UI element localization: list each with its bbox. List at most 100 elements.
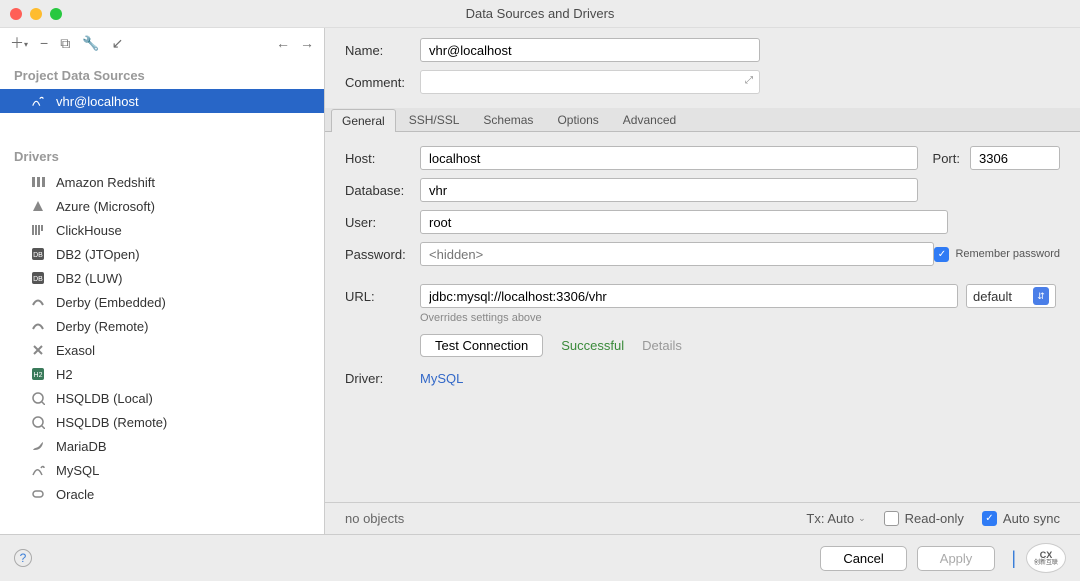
- driver-label: Derby (Embedded): [56, 295, 166, 310]
- comment-label: Comment:: [345, 75, 420, 90]
- comment-input[interactable]: ⤢: [420, 70, 760, 94]
- port-input[interactable]: [970, 146, 1060, 170]
- driver-label: MariaDB: [56, 439, 107, 454]
- driver-item[interactable]: HSQLDB (Local): [0, 386, 324, 410]
- data-source-item[interactable]: vhr@localhost: [0, 89, 324, 113]
- driver-icon: [30, 463, 46, 477]
- readonly-label: Read-only: [905, 511, 964, 526]
- driver-label: Amazon Redshift: [56, 175, 155, 190]
- driver-item[interactable]: Derby (Embedded): [0, 290, 324, 314]
- forward-icon[interactable]: →: [300, 35, 314, 51]
- driver-icon: [30, 343, 46, 357]
- host-input[interactable]: [420, 146, 918, 170]
- driver-item[interactable]: Azure (Microsoft): [0, 194, 324, 218]
- divider-icon: |: [1011, 548, 1016, 569]
- back-icon[interactable]: ←: [276, 35, 290, 51]
- driver-label: HSQLDB (Remote): [56, 415, 167, 430]
- driver-link[interactable]: MySQL: [420, 371, 463, 386]
- driver-item[interactable]: Amazon Redshift: [0, 170, 324, 194]
- user-input[interactable]: [420, 210, 948, 234]
- maximize-icon[interactable]: [50, 8, 62, 20]
- driver-label: Exasol: [56, 343, 95, 358]
- driver-label: DB2 (JTOpen): [56, 247, 140, 262]
- revert-icon[interactable]: ↙: [112, 35, 124, 52]
- url-label: URL:: [345, 289, 420, 304]
- sidebar-toolbar: ＋▾ − ⧉ 🔧 ↙ ← →: [0, 28, 324, 58]
- url-input[interactable]: [420, 284, 958, 308]
- expand-icon[interactable]: ⤢: [745, 75, 753, 86]
- close-icon[interactable]: [10, 8, 22, 20]
- name-input[interactable]: [420, 38, 760, 62]
- cancel-button[interactable]: Cancel: [820, 546, 906, 571]
- tab-advanced[interactable]: Advanced: [612, 108, 687, 131]
- driver-icon: [30, 487, 46, 501]
- tabs: General SSH/SSL Schemas Options Advanced: [325, 108, 1080, 132]
- minimize-icon[interactable]: [30, 8, 42, 20]
- name-label: Name:: [345, 43, 420, 58]
- driver-icon: [30, 175, 46, 189]
- user-label: User:: [345, 215, 420, 230]
- drivers-list: Amazon Redshift Azure (Microsoft) ClickHou…: [0, 170, 324, 506]
- readonly-checkbox[interactable]: [884, 511, 899, 526]
- remember-password-label: Remember password: [955, 248, 1060, 260]
- driver-item[interactable]: H2H2: [0, 362, 324, 386]
- driver-label: Oracle: [56, 487, 94, 502]
- driver-item[interactable]: ClickHouse: [0, 218, 324, 242]
- database-label: Database:: [345, 183, 420, 198]
- brand-logo: CX 创新互联: [1026, 543, 1066, 573]
- driver-item[interactable]: DB DB2 (JTOpen): [0, 242, 324, 266]
- autosync-label: Auto sync: [1003, 511, 1060, 526]
- tab-general[interactable]: General: [331, 109, 396, 132]
- window-controls: [10, 8, 62, 20]
- chevron-updown-icon: ⇵: [1033, 287, 1049, 305]
- driver-icon: [30, 199, 46, 213]
- driver-item[interactable]: Oracle: [0, 482, 324, 506]
- driver-item[interactable]: HSQLDB (Remote): [0, 410, 324, 434]
- driver-item[interactable]: DB DB2 (LUW): [0, 266, 324, 290]
- driver-item[interactable]: Derby (Remote): [0, 314, 324, 338]
- mysql-icon: [30, 94, 46, 108]
- test-details-link[interactable]: Details: [642, 338, 682, 353]
- tab-ssh-ssl[interactable]: SSH/SSL: [398, 108, 471, 131]
- tab-options[interactable]: Options: [546, 108, 609, 131]
- remember-password-checkbox[interactable]: ✓: [934, 247, 949, 262]
- driver-label: Derby (Remote): [56, 319, 148, 334]
- test-connection-button[interactable]: Test Connection: [420, 334, 543, 357]
- drivers-header: Drivers: [0, 139, 324, 170]
- url-mode-value: default: [973, 289, 1012, 304]
- driver-item[interactable]: MySQL: [0, 458, 324, 482]
- driver-label: DB2 (LUW): [56, 271, 122, 286]
- chevron-down-icon: ⌄: [858, 513, 866, 524]
- driver-icon: [30, 415, 46, 429]
- copy-icon[interactable]: ⧉: [60, 35, 70, 52]
- driver-item[interactable]: MariaDB: [0, 434, 324, 458]
- database-input[interactable]: [420, 178, 918, 202]
- tab-schemas[interactable]: Schemas: [472, 108, 544, 131]
- sources-header: Project Data Sources: [0, 58, 324, 89]
- remove-icon[interactable]: −: [40, 35, 48, 51]
- help-icon[interactable]: ?: [14, 549, 32, 567]
- settings-icon[interactable]: 🔧: [82, 35, 99, 52]
- driver-label: ClickHouse: [56, 223, 122, 238]
- autosync-checkbox[interactable]: ✓: [982, 511, 997, 526]
- driver-icon: H2: [30, 367, 46, 381]
- driver-label: Driver:: [345, 371, 420, 386]
- apply-button[interactable]: Apply: [917, 546, 996, 571]
- url-mode-select[interactable]: default ⇵: [966, 284, 1056, 308]
- driver-icon: DB: [30, 247, 46, 261]
- driver-label: HSQLDB (Local): [56, 391, 153, 406]
- add-icon[interactable]: ＋▾: [10, 33, 28, 53]
- driver-icon: [30, 295, 46, 309]
- footer: ? Cancel Apply | CX 创新互联: [0, 534, 1080, 581]
- tx-mode[interactable]: Tx: Auto ⌄: [806, 511, 865, 526]
- titlebar: Data Sources and Drivers: [0, 0, 1080, 28]
- driver-label: MySQL: [56, 463, 99, 478]
- driver-icon: DB: [30, 271, 46, 285]
- content-panel: Name: Comment: ⤢ General SSH/SSL Schemas…: [325, 28, 1080, 534]
- svg-text:DB: DB: [33, 276, 43, 283]
- driver-icon: [30, 391, 46, 405]
- password-input[interactable]: [420, 242, 934, 266]
- host-label: Host:: [345, 151, 420, 166]
- port-label: Port:: [933, 151, 960, 166]
- driver-item[interactable]: Exasol: [0, 338, 324, 362]
